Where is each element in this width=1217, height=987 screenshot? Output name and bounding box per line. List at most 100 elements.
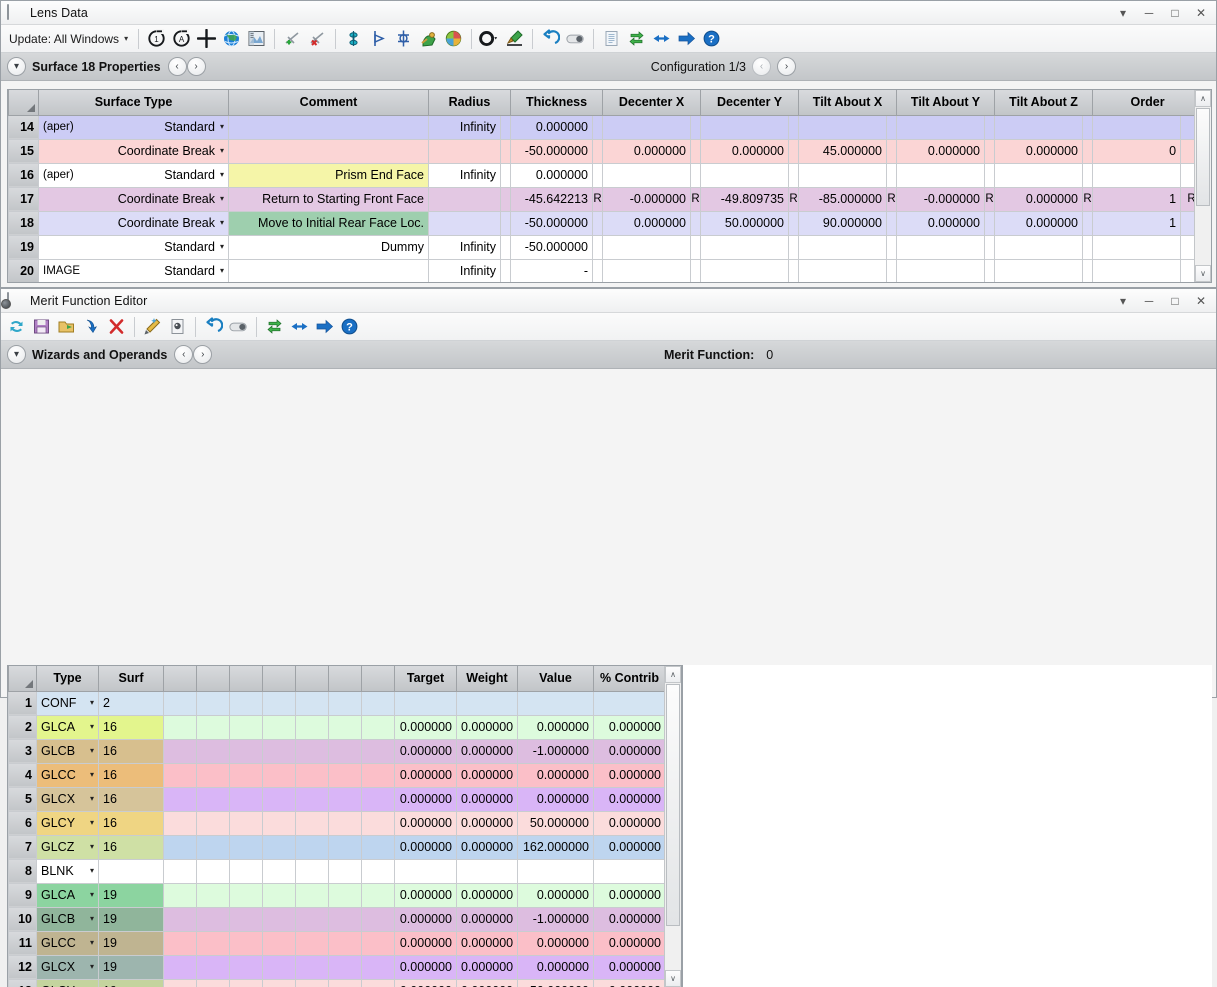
lens-vertical-scrollbar[interactable]: ∧ ∨ <box>1194 90 1211 282</box>
weight-cell[interactable] <box>456 858 518 884</box>
decenter-x-cell-solve-flag[interactable] <box>690 138 702 164</box>
operand-type-cell[interactable]: GLCY ▾ <box>36 810 99 836</box>
blank-param-cell[interactable] <box>229 786 263 812</box>
toggle-icon[interactable] <box>564 27 587 51</box>
lens-scroll-up-button[interactable]: ∧ <box>1195 90 1211 107</box>
blank-param-cell[interactable] <box>262 738 296 764</box>
radius-cell-solve-flag[interactable] <box>500 234 511 260</box>
blank-param-cell[interactable] <box>229 690 263 716</box>
column-surf[interactable]: Surf <box>98 666 164 692</box>
decenter-x-cell-solve-flag[interactable]: R <box>690 186 702 212</box>
blank-param-cell[interactable] <box>229 954 263 980</box>
tilt-about-y-cell[interactable] <box>896 114 986 140</box>
chevron-down-icon[interactable]: ▾ <box>90 795 94 803</box>
blank-param-cell[interactable] <box>361 978 395 987</box>
glass-catalog-icon[interactable] <box>417 27 440 51</box>
surface-type-cell[interactable]: (aper) Standard ▾ <box>38 114 229 140</box>
table-row[interactable]: 17 Coordinate Break ▾ Return to Starting Fr… <box>8 186 1204 212</box>
surf-cell[interactable]: 16 <box>98 738 164 764</box>
blank-param-cell[interactable] <box>328 882 362 908</box>
blank-param-cell[interactable] <box>295 762 329 788</box>
thickness-cell-solve-flag[interactable] <box>592 162 604 188</box>
surf-cell[interactable]: 16 <box>98 762 164 788</box>
help-icon[interactable]: ? <box>338 315 361 339</box>
row-number[interactable]: 11 <box>8 930 37 956</box>
contrib-cell[interactable]: 0.000000 <box>593 714 666 740</box>
radius-cell-solve-flag[interactable] <box>500 114 511 140</box>
surf-cell[interactable]: 19 <box>98 930 164 956</box>
surface-type-cell[interactable]: Coordinate Break ▾ <box>38 210 229 236</box>
blank-param-cell[interactable] <box>196 834 230 860</box>
radius-cell[interactable]: Infinity <box>428 162 501 188</box>
value-cell[interactable]: -1.000000 <box>517 906 594 932</box>
surf-cell[interactable] <box>98 858 164 884</box>
decenter-y-cell-solve-flag[interactable] <box>788 210 800 236</box>
weight-cell[interactable]: 0.000000 <box>456 738 518 764</box>
column-blank-7[interactable] <box>361 666 395 692</box>
blank-param-cell[interactable] <box>361 738 395 764</box>
blank-param-cell[interactable] <box>262 882 296 908</box>
tilt-about-x-cell[interactable] <box>798 258 888 282</box>
radius-cell-solve-flag[interactable] <box>500 138 511 164</box>
contrib-cell[interactable] <box>593 858 666 884</box>
blank-param-cell[interactable] <box>295 882 329 908</box>
row-number[interactable]: 4 <box>8 762 37 788</box>
tilt-about-z-cell[interactable] <box>994 162 1084 188</box>
tilt-about-z-cell[interactable] <box>994 234 1084 260</box>
blank-param-cell[interactable] <box>163 690 197 716</box>
blank-param-cell[interactable] <box>262 906 296 932</box>
target-cell[interactable]: 0.000000 <box>394 930 457 956</box>
decenter-x-cell[interactable] <box>602 114 692 140</box>
comment-cell[interactable] <box>228 114 429 140</box>
operand-type-cell[interactable]: GLCC ▾ <box>36 762 99 788</box>
radius-cell[interactable]: Infinity <box>428 114 501 140</box>
tilt-about-z-cell-solve-flag[interactable] <box>1082 162 1094 188</box>
target-cell[interactable]: 0.000000 <box>394 882 457 908</box>
tilt-about-z-cell[interactable] <box>994 114 1084 140</box>
operand-type-cell[interactable]: GLCZ ▾ <box>36 834 99 860</box>
tilt-about-x-cell-solve-flag[interactable] <box>886 258 898 282</box>
order-cell[interactable]: 0 <box>1092 138 1182 164</box>
weight-cell[interactable]: 0.000000 <box>456 954 518 980</box>
tilt-about-y-cell[interactable] <box>896 258 986 282</box>
blank-param-cell[interactable] <box>229 714 263 740</box>
decenter-y-cell-solve-flag[interactable] <box>788 258 800 282</box>
blank-param-cell[interactable] <box>229 930 263 956</box>
blank-param-cell[interactable] <box>328 786 362 812</box>
comment-cell[interactable]: Move to Initial Rear Face Loc. <box>228 210 429 236</box>
weight-cell[interactable] <box>456 690 518 716</box>
surface-type-cell[interactable]: (aper) Standard ▾ <box>38 162 229 188</box>
undo-icon[interactable] <box>202 315 225 339</box>
help-icon[interactable]: ? <box>700 27 723 51</box>
table-row[interactable]: 3 GLCB ▾ 16 0.000000 0.000000 -1.000000 0.00000… <box>8 738 666 764</box>
chevron-down-icon[interactable]: ▾ <box>90 699 94 707</box>
column-comment[interactable]: Comment <box>228 90 429 116</box>
chevron-down-icon[interactable]: ▾ <box>220 123 224 131</box>
blank-param-cell[interactable] <box>196 714 230 740</box>
contrib-cell[interactable]: 0.000000 <box>593 978 666 987</box>
target-cell[interactable]: 0.000000 <box>394 786 457 812</box>
chevron-down-icon[interactable]: ▾ <box>220 195 224 203</box>
blank-param-cell[interactable] <box>163 762 197 788</box>
blank-param-cell[interactable] <box>328 714 362 740</box>
radius-cell[interactable] <box>428 186 501 212</box>
thickness-cell-solve-flag[interactable] <box>592 258 604 282</box>
surf-cell[interactable]: 19 <box>98 882 164 908</box>
wizards-next-button[interactable]: › <box>193 345 213 364</box>
blank-param-cell[interactable] <box>361 690 395 716</box>
row-number[interactable]: 20 <box>8 258 39 282</box>
tilt-about-x-cell[interactable]: 90.000000 <box>798 210 888 236</box>
table-row[interactable]: 10 GLCB ▾ 19 0.000000 0.000000 -1.000000 0.0000… <box>8 906 666 932</box>
thickness-cell-solve-flag[interactable] <box>592 210 604 236</box>
notes-icon[interactable] <box>600 27 623 51</box>
value-cell[interactable]: 0.000000 <box>517 762 594 788</box>
configuration-next-button[interactable]: › <box>777 57 796 76</box>
configuration-prev-button[interactable]: ‹ <box>752 57 771 76</box>
swap-icon[interactable] <box>625 27 648 51</box>
lens-minimize-button[interactable]: ─ <box>1136 2 1162 24</box>
surface-expand-button[interactable]: ▾ <box>7 57 26 76</box>
thickness-cell[interactable]: -45.642213 <box>510 186 593 212</box>
comment-cell[interactable]: Return to Starting Front Face <box>228 186 429 212</box>
value-cell[interactable]: 0.000000 <box>517 714 594 740</box>
thickness-cell-solve-flag[interactable] <box>592 234 604 260</box>
